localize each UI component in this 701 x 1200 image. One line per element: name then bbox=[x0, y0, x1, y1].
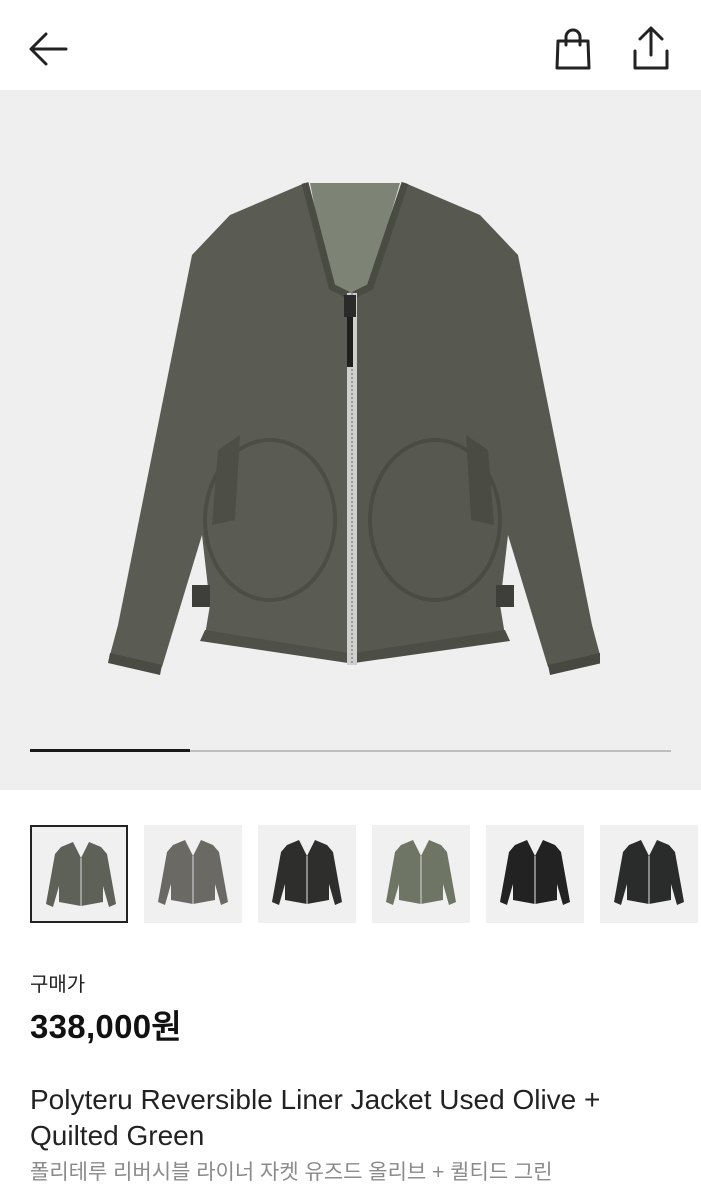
share-upload-icon bbox=[633, 26, 669, 70]
back-button[interactable] bbox=[22, 24, 74, 74]
price-label: 구매가 bbox=[30, 974, 86, 996]
share-button[interactable] bbox=[626, 22, 676, 74]
product-image-gallery[interactable] bbox=[0, 90, 701, 790]
gallery-progress-track bbox=[30, 749, 671, 752]
thumbnail-olive-quilted-jacket[interactable] bbox=[372, 825, 470, 923]
thumbnail-charcoal-jacket[interactable] bbox=[600, 825, 698, 923]
thumbnail-jacket-image bbox=[158, 840, 228, 905]
thumbnail-black-jacket[interactable] bbox=[258, 825, 356, 923]
thumbnail-jacket-image bbox=[46, 842, 116, 907]
thumbnail-jacket-image bbox=[272, 840, 342, 905]
shopping-bag-button[interactable] bbox=[548, 24, 598, 74]
thumbnail-strip[interactable] bbox=[0, 825, 701, 925]
thumbnail-jacket-image bbox=[500, 840, 570, 905]
gallery-progress-fill bbox=[30, 749, 190, 752]
product-title-korean: 폴리테루 리버시블 라이너 자켓 유즈드 올리브 + 퀼티드 그린 bbox=[30, 1161, 553, 1184]
top-bar bbox=[0, 0, 701, 90]
product-title-english: Polyteru Reversible Liner Jacket Used Ol… bbox=[30, 1084, 601, 1151]
thumbnail-jacket-image bbox=[614, 840, 684, 905]
product-price: 338,000원 bbox=[30, 1008, 183, 1045]
product-main-image bbox=[108, 181, 600, 675]
thumbnail-olive-jacket-front[interactable] bbox=[30, 825, 128, 923]
thumbnail-gray-jacket[interactable] bbox=[144, 825, 242, 923]
arrow-left-icon bbox=[29, 32, 68, 66]
thumbnail-jacket-image bbox=[386, 840, 456, 905]
shopping-bag-icon bbox=[555, 28, 591, 70]
thumbnail-black-quilted-jacket[interactable] bbox=[486, 825, 584, 923]
